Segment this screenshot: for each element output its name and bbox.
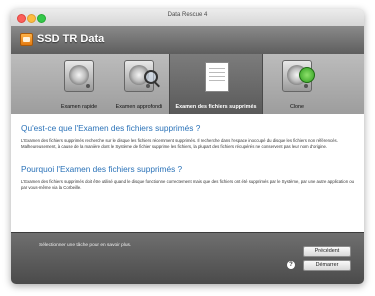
tool-clone-label: Clone [289,104,305,110]
app-logo-icon [20,33,33,46]
start-button[interactable]: Démarrer [303,260,351,271]
description-panel: Qu'est-ce que l'Examen des fichiers supp… [11,114,364,232]
app-window: Data Rescue 4 SSD TR Data Examen rapide … [11,9,364,284]
window-title: Data Rescue 4 [167,12,208,18]
tool-deleted-files-label: Examen des fichiers supprimés [175,104,257,110]
what-is-heading: Qu'est-ce que l'Examen des fichiers supp… [21,123,201,133]
clone-arrow-icon [299,67,316,83]
footer-bar: Sélectionner une tâche pour en savoir pl… [11,232,364,284]
tool-quick-scan[interactable]: Examen rapide [49,54,109,114]
app-name: SSD TR Data [37,33,105,45]
help-button[interactable]: ? [287,261,295,269]
app-header: SSD TR Data [11,26,364,54]
tool-deleted-files-scan[interactable]: Examen des fichiers supprimés [169,54,263,114]
why-paragraph: L'Examen des fichiers supprimés doit êtr… [21,179,355,190]
why-heading: Pourquoi l'Examen des fichiers supprimés… [21,164,183,174]
deleted-files-icon [205,62,229,92]
tool-deep-scan[interactable]: Examen approfondi [109,54,169,114]
tool-clone[interactable]: Clone [267,54,327,114]
tool-quick-scan-label: Examen rapide [60,104,98,110]
title-bar[interactable]: Data Rescue 4 [11,9,364,27]
status-text: Sélectionner une tâche pour en savoir pl… [39,243,132,248]
magnifier-icon [143,70,158,84]
tool-deep-scan-label: Examen approfondi [115,104,163,110]
task-toolbar: Examen rapide Examen approfondi Examen d… [11,54,364,115]
what-is-paragraph: L'Examen des fichiers supprimés recherch… [21,138,338,149]
previous-button[interactable]: Précédent [303,246,351,257]
hard-drive-icon [64,60,94,92]
